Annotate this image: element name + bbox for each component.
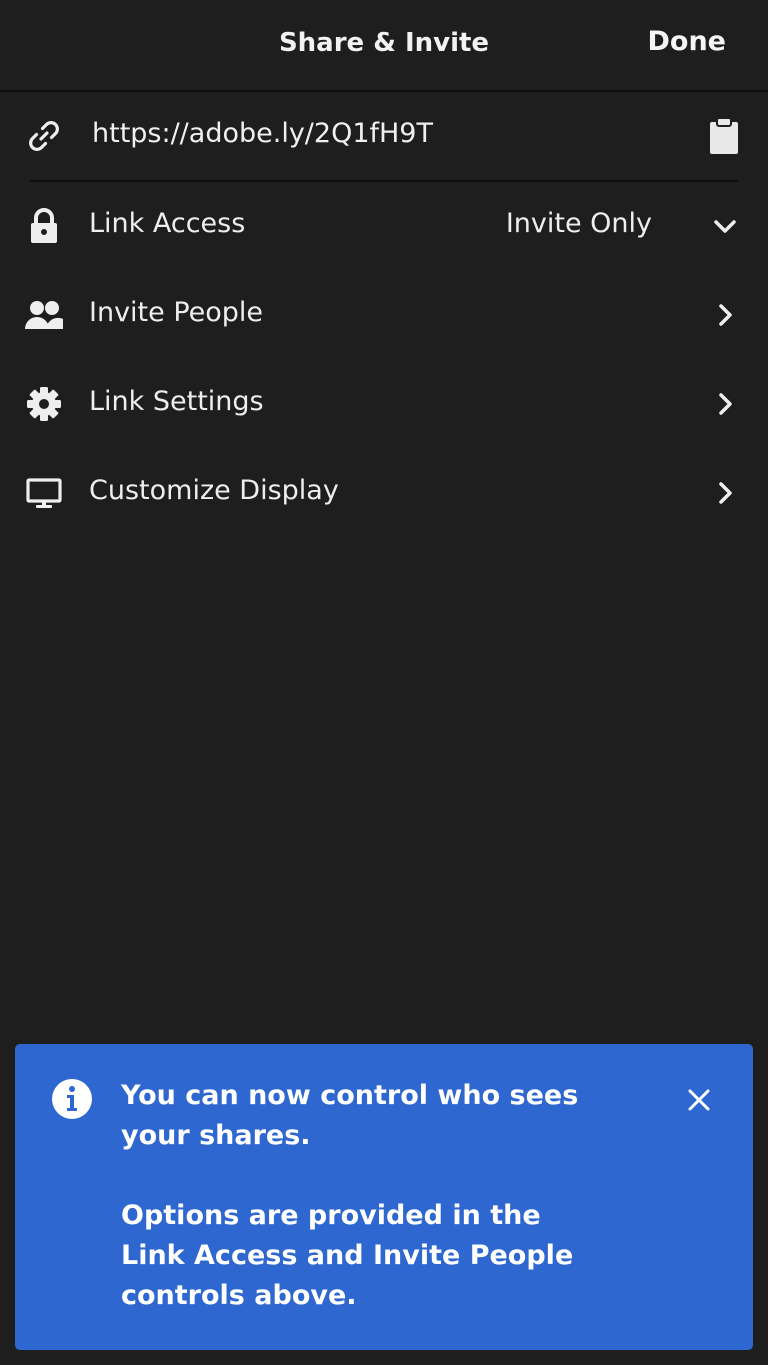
menu-item-label: Link Settings <box>89 386 264 417</box>
menu-item-invite-people[interactable]: Invite People <box>0 275 768 355</box>
info-icon <box>52 1079 92 1119</box>
chevron-down-icon[interactable] <box>712 213 738 239</box>
menu-item-customize-display[interactable]: Customize Display <box>0 453 768 533</box>
lock-icon <box>31 208 57 243</box>
people-icon <box>25 301 63 329</box>
share-link-url[interactable]: https://adobe.ly/2Q1fH9T <box>92 118 433 149</box>
menu-item-label: Invite People <box>89 297 264 328</box>
gear-icon <box>27 387 61 421</box>
link-divider <box>30 180 738 182</box>
link-icon <box>29 121 59 151</box>
menu-item-label: Customize Display <box>89 475 339 506</box>
menu-item-link-settings[interactable]: Link Settings <box>0 364 768 444</box>
banner-message-1: You can now control who sees your shares… <box>121 1080 579 1151</box>
chevron-right-icon <box>719 304 732 326</box>
header-bar: Share & Invite Done <box>0 0 768 92</box>
monitor-icon <box>26 478 62 508</box>
banner-message: You can now control who sees your shares… <box>121 1076 601 1316</box>
share-link-row[interactable]: https://adobe.ly/2Q1fH9T <box>0 92 768 180</box>
banner-message-2: Options are provided in the Link Access … <box>121 1200 574 1311</box>
chevron-right-icon <box>719 393 732 415</box>
close-icon[interactable] <box>687 1088 711 1112</box>
info-banner: You can now control who sees your shares… <box>15 1044 753 1350</box>
menu-item-link-access[interactable]: Link Access Invite Only <box>0 186 768 266</box>
done-button[interactable]: Done <box>648 26 727 57</box>
chevron-right-icon <box>719 482 732 504</box>
menu-item-label: Link Access <box>89 208 246 239</box>
link-access-value[interactable]: Invite Only <box>506 208 652 239</box>
clipboard-icon[interactable] <box>706 116 742 156</box>
